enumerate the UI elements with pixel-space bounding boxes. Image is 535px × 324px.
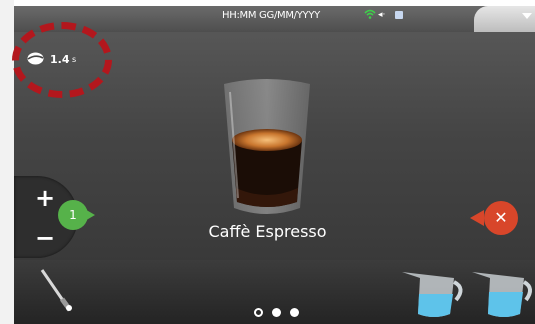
steam-wand-icon[interactable] <box>36 268 86 313</box>
milk-pitcher-icon[interactable] <box>466 264 535 320</box>
milk-pitcher-icon[interactable] <box>398 264 466 320</box>
cancel-button[interactable]: ✕ <box>484 201 518 235</box>
decrease-button[interactable]: − <box>35 226 55 250</box>
strength-unit: s <box>72 55 77 64</box>
increase-button[interactable]: + <box>35 186 55 210</box>
strength-value: 1.4 <box>50 53 70 66</box>
espresso-cup-icon <box>224 79 310 214</box>
page-dot[interactable] <box>290 308 299 317</box>
screen-bezel <box>0 0 14 324</box>
cancel-button-tail <box>470 210 484 226</box>
chevron-down-icon <box>522 13 532 19</box>
wifi-icon <box>364 9 376 19</box>
page-dot[interactable] <box>254 308 263 317</box>
coffee-machine-screen: HH:MM GG/MM/YYYY ◂· 1.4 s Caffè Espresso… <box>0 0 535 324</box>
page-dot[interactable] <box>272 308 281 317</box>
status-datetime: HH:MM GG/MM/YYYY <box>222 10 320 21</box>
volume-icon: ◂· <box>378 10 386 20</box>
quantity-badge: 1 <box>58 200 88 230</box>
bean-icon <box>27 52 44 65</box>
page-indicator <box>254 308 306 320</box>
menu-corner-button[interactable] <box>474 6 535 32</box>
card-icon <box>395 11 403 19</box>
